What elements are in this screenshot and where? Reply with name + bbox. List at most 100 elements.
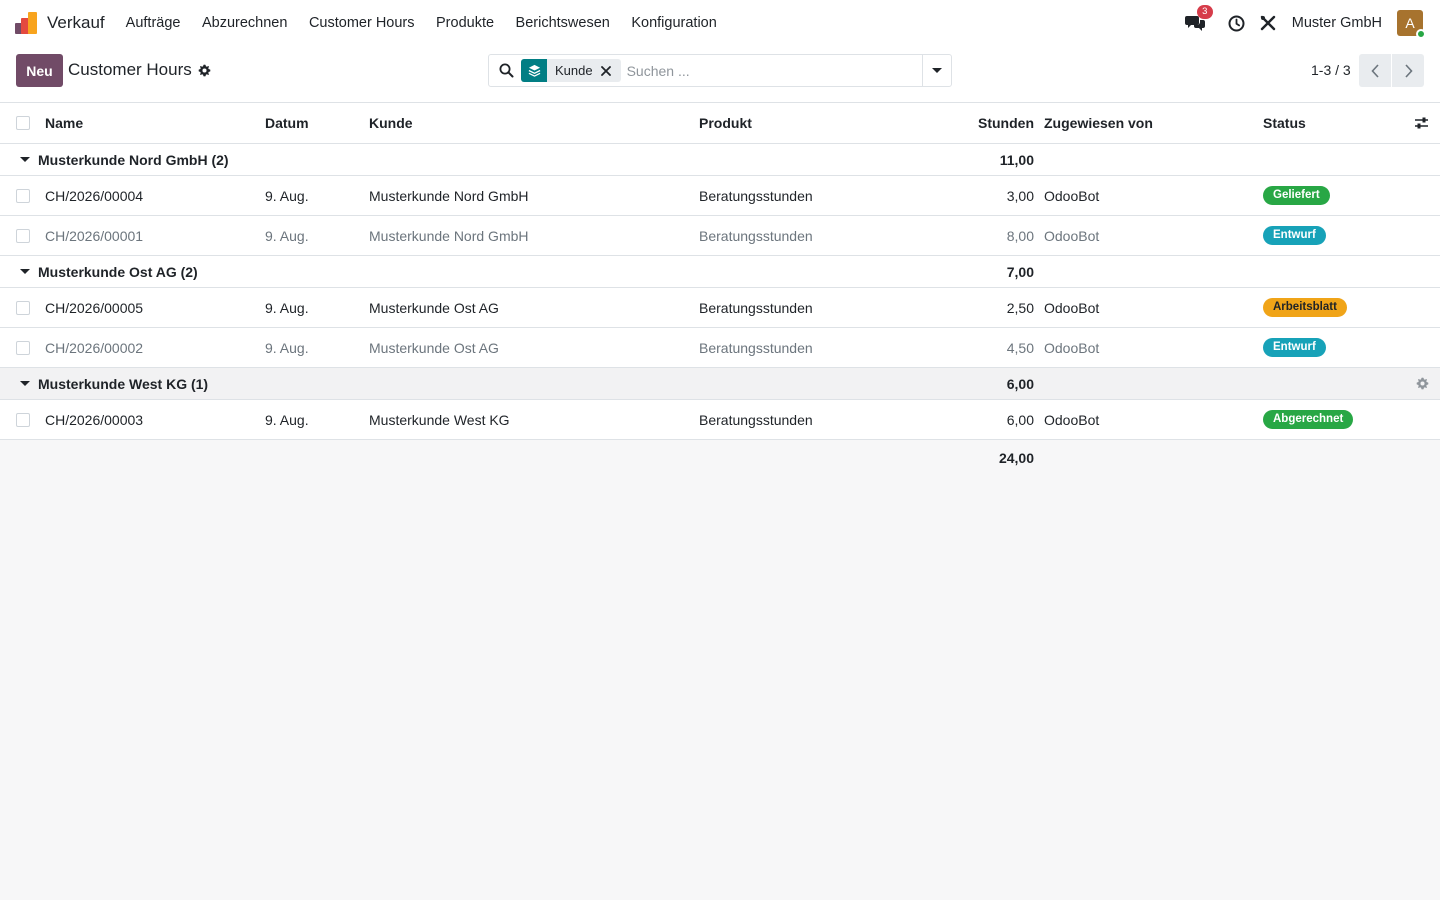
row-hours: 8,00 [1006, 227, 1034, 244]
row-checkbox[interactable] [16, 176, 30, 215]
chat-icon[interactable]: 3 [1184, 5, 1213, 33]
column-header-assigned[interactable]: Zugewiesen von [1044, 103, 1153, 143]
row-hours: 2,50 [1006, 299, 1034, 316]
optional-columns-icon[interactable] [1414, 103, 1429, 143]
facet-label: Kunde [555, 63, 593, 78]
user-avatar[interactable]: A [1397, 10, 1426, 39]
row-product: Beratungsstunden [699, 411, 813, 428]
search-icon[interactable] [499, 63, 514, 78]
row-product: Beratungsstunden [699, 299, 813, 316]
menu-item-produkte[interactable]: Produkte [436, 15, 494, 31]
row-assigned: OdooBot [1044, 339, 1100, 356]
table-row[interactable]: CH/2026/00003 9. Aug. Musterkunde West K… [0, 400, 1440, 440]
clock-icon[interactable] [1227, 13, 1247, 33]
pager-next-button[interactable] [1392, 54, 1424, 87]
column-header-product[interactable]: Produkt [699, 103, 752, 143]
group-row[interactable]: Musterkunde Ost AG (2) 7,00 [0, 256, 1440, 288]
row-assigned: OdooBot [1044, 227, 1100, 244]
row-hours: 3,00 [1006, 187, 1034, 204]
table-row[interactable]: CH/2026/00004 9. Aug. Musterkunde Nord G… [0, 176, 1440, 216]
control-panel: Neu Customer Hours Kunde 1-3 / 3 [0, 46, 1440, 103]
menu-item-berichtswesen[interactable]: Berichtswesen [516, 15, 610, 31]
status-badge: Entwurf [1263, 328, 1326, 367]
group-hours-sum: 7,00 [1006, 263, 1034, 280]
row-name: CH/2026/00001 [45, 227, 144, 244]
row-date: 9. Aug. [265, 411, 309, 428]
row-name: CH/2026/00002 [45, 339, 144, 356]
row-assigned: OdooBot [1044, 187, 1100, 204]
table-header: Name Datum Kunde Produkt Stunden Zugewie… [0, 103, 1440, 144]
row-name: CH/2026/00005 [45, 299, 144, 316]
row-customer: Musterkunde Nord GmbH [369, 227, 529, 244]
menu-item-konfiguration[interactable]: Konfiguration [631, 15, 716, 31]
row-product: Beratungsstunden [699, 339, 813, 356]
pager-value[interactable]: 1-3 / 3 [1311, 62, 1351, 78]
table-row[interactable]: CH/2026/00002 9. Aug. Musterkunde Ost AG… [0, 328, 1440, 368]
column-header-status[interactable]: Status [1263, 103, 1306, 143]
row-assigned: OdooBot [1044, 411, 1100, 428]
gear-icon[interactable] [198, 64, 211, 77]
column-header-date[interactable]: Datum [265, 103, 309, 143]
top-navbar: Verkauf Aufträge Abzurechnen Customer Ho… [0, 0, 1440, 46]
row-date: 9. Aug. [265, 227, 309, 244]
layers-icon [521, 59, 547, 82]
column-header-customer[interactable]: Kunde [369, 103, 413, 143]
menu-item-abzurechnen[interactable]: Abzurechnen [202, 15, 287, 31]
list-view-table: Name Datum Kunde Produkt Stunden Zugewie… [0, 103, 1440, 476]
status-badge: Arbeitsblatt [1263, 288, 1347, 327]
avatar-initial: A [1405, 15, 1415, 31]
group-hours-sum: 11,00 [999, 151, 1034, 168]
row-product: Beratungsstunden [699, 227, 813, 244]
caret-down-icon [20, 381, 30, 386]
column-header-name[interactable]: Name [45, 103, 83, 143]
row-hours: 4,50 [1006, 339, 1034, 356]
row-date: 9. Aug. [265, 339, 309, 356]
page-title: Customer Hours [68, 60, 192, 79]
row-customer: Musterkunde West KG [369, 411, 510, 428]
tools-icon[interactable] [1258, 13, 1278, 33]
menu-item-auftraege[interactable]: Aufträge [126, 15, 181, 31]
status-badge: Abgerechnet [1263, 400, 1354, 439]
row-checkbox[interactable] [16, 288, 30, 327]
group-row[interactable]: Musterkunde West KG (1) 6,00 [0, 368, 1440, 400]
gear-icon[interactable] [1416, 368, 1429, 399]
app-brand[interactable]: Verkauf [15, 0, 105, 46]
pager-previous-button[interactable] [1359, 54, 1391, 87]
column-header-hours[interactable]: Stunden [950, 103, 1034, 143]
row-checkbox[interactable] [16, 328, 30, 367]
table-row[interactable]: CH/2026/00001 9. Aug. Musterkunde Nord G… [0, 216, 1440, 256]
search-bar: Kunde [488, 54, 952, 87]
row-product: Beratungsstunden [699, 187, 813, 204]
row-assigned: OdooBot [1044, 299, 1100, 316]
chevron-left-icon [1370, 63, 1379, 78]
select-all-checkbox[interactable] [16, 103, 30, 143]
caret-down-icon [20, 269, 30, 274]
search-input[interactable] [624, 55, 922, 86]
app-logo-icon [15, 12, 37, 34]
search-options-toggle[interactable] [922, 55, 951, 86]
menu-item-customer-hours[interactable]: Customer Hours [309, 15, 415, 31]
caret-down-icon [932, 68, 942, 73]
row-name: CH/2026/00004 [45, 187, 144, 204]
group-title: Musterkunde West KG (1) [20, 368, 208, 399]
group-hours-sum: 6,00 [1006, 375, 1034, 392]
close-icon[interactable] [600, 65, 621, 76]
total-hours: 24,00 [998, 450, 1034, 466]
chevron-right-icon [1404, 63, 1413, 78]
status-badge: Entwurf [1263, 216, 1326, 255]
row-customer: Musterkunde Ost AG [369, 339, 499, 356]
row-name: CH/2026/00003 [45, 411, 144, 428]
row-date: 9. Aug. [265, 299, 309, 316]
company-switcher[interactable]: Muster GmbH [1292, 15, 1382, 31]
row-customer: Musterkunde Ost AG [369, 299, 499, 316]
table-row[interactable]: CH/2026/00005 9. Aug. Musterkunde Ost AG… [0, 288, 1440, 328]
group-row[interactable]: Musterkunde Nord GmbH (2) 11,00 [0, 144, 1440, 176]
group-title: Musterkunde Nord GmbH (2) [20, 144, 229, 175]
row-checkbox[interactable] [16, 400, 30, 439]
new-button[interactable]: Neu [16, 54, 63, 87]
row-checkbox[interactable] [16, 216, 30, 255]
online-status-icon [1416, 29, 1426, 39]
table-footer-total: 24,00 [0, 440, 1440, 476]
row-hours: 6,00 [1006, 411, 1034, 428]
group-title: Musterkunde Ost AG (2) [20, 256, 198, 287]
